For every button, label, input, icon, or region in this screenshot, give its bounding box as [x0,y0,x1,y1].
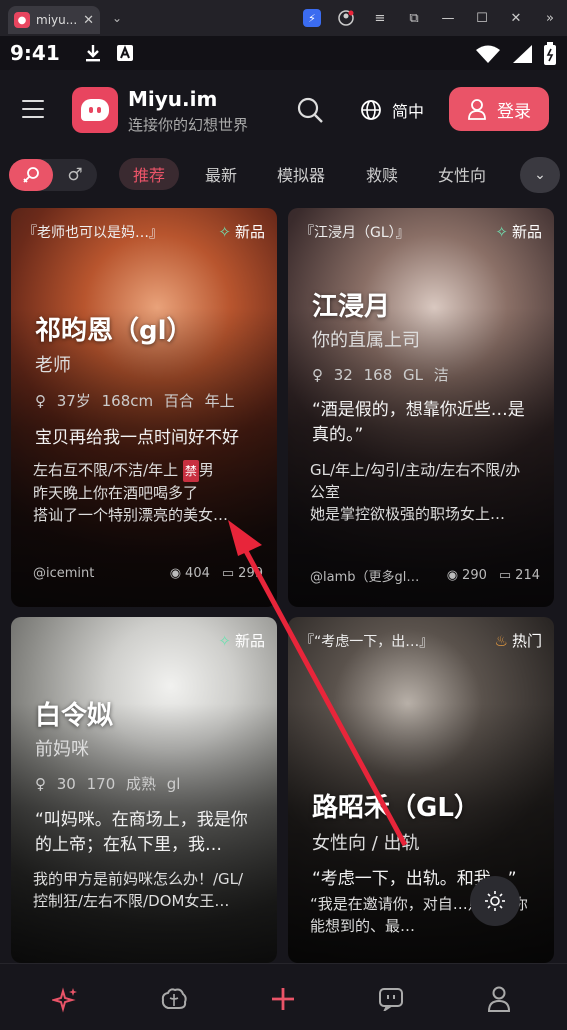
card-role: 女性向 / 出轨 [312,833,420,854]
card-desc: GL/年上/勾引/主动/左右不限/办公室 她是掌控欲极强的职场女上… [310,461,521,523]
tab-close-icon[interactable]: ✕ [83,13,94,28]
maximize-icon[interactable]: ☐ [465,0,499,36]
wifi-icon [476,45,500,63]
flame-icon: ♨ [494,631,508,650]
comments-icon: ▭ [221,566,235,581]
card-line: “叫妈咪。在商场上，我是你的上帝；在私下里，我… [35,810,248,855]
nav-chat-icon[interactable] [371,984,411,1014]
tab-title: miyu.... [36,13,78,27]
card-name: 路昭禾（GL） [312,793,480,823]
bottom-navigation [0,963,567,1030]
card-quote: 『江浸月（GL）』 [300,225,410,241]
hamburger-menu-icon[interactable] [22,100,44,118]
tab-recommended[interactable]: 推荐 [119,158,180,190]
new-badge: ✧ 新品 [218,631,265,651]
status-time: 9:41 [10,41,60,65]
status-bar: 9:41 [0,36,567,70]
app-header: Miyu.im 连接你的幻想世界 简中 登录 [0,70,567,150]
brand-name[interactable]: Miyu.im [128,87,217,111]
nav-discover-sparkle-icon[interactable] [46,984,86,1014]
brand-tagline: 连接你的幻想世界 [128,116,249,134]
character-card[interactable]: ✧ 新品 白令姒 前妈咪 ♀ 30 170 成熟 gl “叫妈咪。在商场上，我是你… [11,617,277,963]
expand-icon[interactable]: » [533,0,567,36]
card-name: 祁昀恩（gl） [35,316,193,346]
user-icon [468,99,486,120]
card-role: 老师 [35,355,71,376]
restore-icon[interactable]: ⧉ [397,0,431,36]
views-icon: ◉ [169,566,182,581]
sparkle-icon: ✧ [218,631,231,650]
nav-create-plus-icon[interactable] [263,984,303,1014]
window-controls: ⚡ ≡ ⧉ — ☐ ✕ » [295,0,567,36]
card-footer: @lamb（更多gl… ◉ 290 ▭ 214 [310,566,540,585]
nav-profile-icon[interactable] [479,984,519,1014]
download-icon [85,45,100,62]
globe-icon [361,100,381,120]
search-icon[interactable] [296,96,324,124]
login-button[interactable]: 登录 [449,87,549,131]
new-badge: ✧ 新品 [218,222,265,242]
male-filter-icon[interactable]: ♂ [53,159,97,191]
sun-icon [485,891,505,911]
card-meta: ♀ 37岁 168cm 百合 年上 [35,392,235,410]
sparkle-icon: ✧ [495,222,508,241]
card-line: 宝贝再给我一点时间好不好 [35,428,239,448]
card-author[interactable]: @lamb（更多gl… [310,566,435,585]
tab-redemption[interactable]: 救赎 [366,162,398,186]
tab-list-chevron-icon[interactable]: ⌄ [112,11,122,25]
more-tabs-chevron-icon[interactable]: ⌄ [520,157,560,193]
views-count: 404 [185,566,210,581]
minimize-icon[interactable]: — [431,0,465,36]
card-footer: @icemint ◉ 404 ▭ 299 [33,566,263,581]
nav-brain-icon[interactable] [154,984,194,1014]
close-window-icon[interactable]: ✕ [499,0,533,36]
new-badge: ✧ 新品 [495,222,542,242]
sparkle-icon: ✧ [218,222,231,241]
hot-badge: ♨ 热门 [494,631,542,651]
theme-toggle-button[interactable] [470,876,520,926]
tab-simulator[interactable]: 模拟器 [277,162,325,186]
card-desc: 我的甲方是前妈咪怎么办！/GL/控制狂/左右不限/DOM女王… [33,870,244,910]
extension-icon[interactable]: ⚡ [295,0,329,36]
card-meta: ♀ 30 170 成熟 gl [35,775,181,793]
card-quote: 『老师也可以是妈…』 [23,225,163,241]
views-count: 290 [462,568,487,583]
tab-latest[interactable]: 最新 [205,162,237,186]
app-a-icon [116,45,133,61]
comments-count: 299 [238,566,263,581]
browser-tabbar: ● miyu.... ✕ ⌄ ⚡ ≡ ⧉ — ☐ ✕ » [0,0,567,36]
browser-tab[interactable]: ● miyu.... ✕ [8,6,100,34]
menu-icon[interactable]: ≡ [363,0,397,36]
login-label: 登录 [497,101,531,122]
signal-icon [513,45,532,63]
language-label: 简中 [392,102,425,121]
card-desc: 左右互不限/不洁/年上 禁男 昨天晚上你在酒吧喝多了 搭讪了一个特别漂亮的美女… [33,460,229,524]
card-name: 白令姒 [35,701,114,731]
card-meta: ♀ 32 168 GL 洁 [312,366,449,384]
gender-toggle: ♂ [9,159,97,191]
character-card[interactable]: 『老师也可以是妈…』 ✧ 新品 祁昀恩（gl） 老师 ♀ 37岁 168cm 百合… [11,208,277,607]
profile-icon[interactable] [329,0,363,36]
language-switch[interactable]: 简中 [360,98,424,122]
card-name: 江浸月 [312,292,391,322]
card-quote: 『“考虑一下，出…』 [300,634,434,650]
comments-count: 214 [515,568,540,583]
views-icon: ◉ [446,568,459,583]
card-role: 前妈咪 [35,739,89,760]
miyu-logo[interactable] [72,87,118,133]
card-role: 你的直属上司 [312,330,420,351]
tab-female-oriented[interactable]: 女性向 [438,162,486,186]
character-card[interactable]: 『江浸月（GL）』 ✧ 新品 江浸月 你的直属上司 ♀ 32 168 GL 洁 “… [288,208,554,607]
card-line: “酒是假的，想靠你近些…是真的。” [312,400,525,445]
miyu-favicon-icon: ● [14,12,30,28]
comments-icon: ▭ [498,568,512,583]
battery-icon [544,42,556,65]
card-author[interactable]: @icemint [33,566,158,581]
female-filter-icon[interactable] [9,159,53,191]
filter-bar: ♂ 推荐 最新 模拟器 救赎 女性向 ⌄ [0,150,567,198]
